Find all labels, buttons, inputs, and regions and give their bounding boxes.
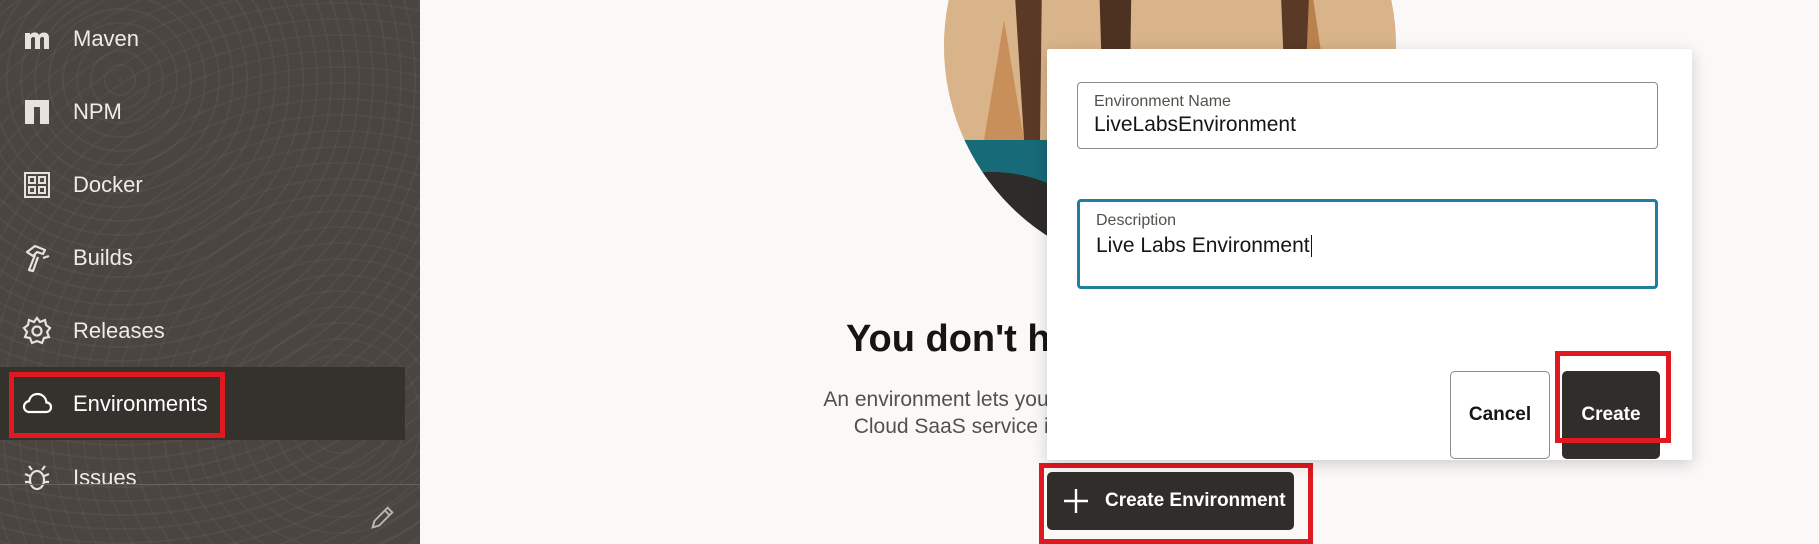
sidebar-item-environments[interactable]: Environments [0, 367, 405, 440]
empty-state-description-line2: Cloud SaaS service instan [853, 415, 1100, 438]
empty-state-description: An environment lets you conn Cloud SaaS … [700, 386, 1100, 440]
sidebar-item-docker[interactable]: Docker [0, 148, 405, 221]
builds-hammer-icon [20, 241, 54, 275]
description-field[interactable]: Description Live Labs Environment [1077, 199, 1658, 289]
environment-name-value: LiveLabsEnvironment [1094, 113, 1296, 136]
sidebar-divider [0, 484, 420, 485]
sidebar-item-label: Docker [73, 171, 143, 197]
description-label: Description [1096, 212, 1177, 229]
environment-name-label: Environment Name [1094, 93, 1231, 110]
sidebar: Maven NPM Docker Builds Releases Environ… [0, 0, 420, 544]
sidebar-item-label: Maven [73, 25, 140, 51]
sidebar-item-npm[interactable]: NPM [0, 75, 405, 148]
create-environment-dialog: Environment Name LiveLabsEnvironment Des… [1047, 49, 1692, 460]
empty-state-title: You don't ha [846, 318, 1072, 360]
sidebar-item-label: Issues [73, 464, 137, 490]
docker-icon [20, 168, 54, 202]
maven-icon [20, 22, 54, 56]
pencil-icon [367, 503, 397, 538]
sidebar-item-issues[interactable]: Issues [0, 441, 405, 514]
sidebar-item-label: Environments [73, 390, 208, 416]
text-caret [1310, 235, 1312, 258]
create-label: Create [1581, 404, 1641, 425]
edit-sidebar-button[interactable] [364, 502, 400, 538]
sidebar-item-label: NPM [73, 98, 122, 124]
environment-name-field[interactable]: Environment Name LiveLabsEnvironment [1077, 82, 1658, 149]
cancel-button[interactable]: Cancel [1450, 371, 1550, 459]
sidebar-item-label: Builds [73, 244, 133, 270]
empty-state-description-line1: An environment lets you conn [823, 388, 1100, 411]
sidebar-item-releases[interactable]: Releases [0, 294, 405, 367]
cloud-icon [20, 387, 54, 421]
description-value-wrap: Live Labs Environment [1096, 234, 1312, 258]
bug-icon [20, 461, 54, 495]
create-environment-button[interactable]: Create Environment [1047, 472, 1294, 530]
create-environment-label: Create Environment [1105, 490, 1286, 511]
cancel-label: Cancel [1468, 404, 1532, 425]
sidebar-item-builds[interactable]: Builds [0, 221, 405, 294]
plus-icon [1061, 486, 1091, 516]
create-button[interactable]: Create [1562, 371, 1660, 459]
sidebar-item-maven[interactable]: Maven [0, 2, 405, 75]
releases-gear-icon [20, 314, 54, 348]
description-value: Live Labs Environment [1096, 234, 1310, 257]
npm-icon [20, 95, 54, 129]
sidebar-item-label: Releases [73, 317, 165, 343]
